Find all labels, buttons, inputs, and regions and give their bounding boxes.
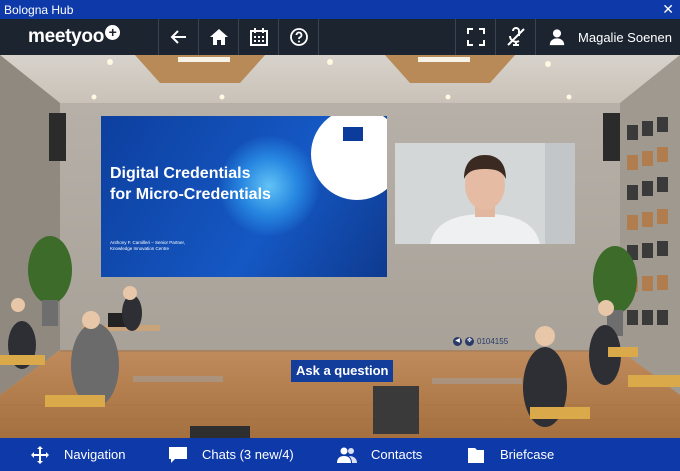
slide-speaker: Anthony F. Camilleri – Senior Partner, K… (110, 240, 250, 252)
window-titlebar: Bologna Hub ✕ (0, 0, 680, 19)
user-name: Magalie Soenen (578, 29, 672, 45)
fullscreen-icon (466, 28, 485, 46)
meetyoo-logo[interactable]: meetyoo + (0, 19, 158, 55)
help-icon (289, 28, 308, 46)
top-navigation: meetyoo + Magalie Soenen (0, 19, 680, 55)
speaker-video[interactable] (395, 143, 575, 244)
video-controls: ◀ ✥ 0104155 (453, 337, 508, 346)
home-button[interactable] (198, 19, 238, 55)
bottom-nav-contacts[interactable]: Contacts (337, 438, 422, 471)
calendar-button[interactable] (238, 19, 278, 55)
presentation-slide: Digital Credentials for Micro-Credential… (101, 116, 387, 277)
slide-speaker-line2: Knowledge Innovation Centre (110, 246, 170, 251)
back-arrow-icon (170, 30, 186, 44)
fullscreen-button[interactable] (455, 19, 495, 55)
bottom-nav-label: Chats (3 new/4) (202, 447, 294, 462)
nav-spacer (318, 19, 455, 55)
bottom-nav-label: Contacts (371, 447, 423, 462)
user-profile[interactable]: Magalie Soenen (535, 19, 680, 55)
ask-question-button[interactable]: Ask a question (291, 360, 394, 382)
bottom-navigation: Navigation Chats (3 new/4) Contacts Brie… (0, 438, 680, 471)
bottom-nav-navigation[interactable]: Navigation (30, 438, 125, 471)
logo-plus-icon: + (105, 24, 121, 40)
bottom-nav-chats[interactable]: Chats (3 new/4) (168, 438, 294, 471)
help-button[interactable] (278, 19, 318, 55)
bottom-nav-label: Briefcase (500, 447, 555, 462)
bottom-nav-briefcase[interactable]: Briefcase (466, 438, 554, 471)
move-arrows-icon (31, 445, 49, 464)
bottom-nav-label: Navigation (64, 447, 126, 462)
window-title: Bologna Hub (4, 2, 74, 17)
slide-title-line2: for Micro-Credentials (110, 186, 271, 203)
back-button[interactable] (158, 19, 198, 55)
conference-room-scene: Digital Credentials for Micro-Credential… (0, 55, 680, 438)
video-timecode: 0104155 (477, 337, 509, 346)
play-icon[interactable]: ◀ (453, 337, 462, 346)
calendar-icon (249, 28, 268, 46)
close-icon[interactable]: ✕ (662, 0, 674, 19)
user-icon (549, 29, 565, 46)
speaker-avatar-image (395, 143, 575, 244)
briefcase-icon (468, 447, 484, 463)
eu-flag-icon (343, 127, 363, 141)
home-icon (209, 29, 228, 45)
chat-bubble-icon (169, 446, 187, 463)
slide-title-line1: Digital Credentials (110, 165, 251, 182)
slide-title: Digital Credentials for Micro-Credential… (110, 163, 310, 205)
mute-mic-icon (506, 27, 525, 46)
contacts-icon (337, 447, 357, 463)
logo-text: meetyoo (28, 26, 105, 47)
expand-icon[interactable]: ✥ (465, 337, 474, 346)
mute-button[interactable] (495, 19, 535, 55)
